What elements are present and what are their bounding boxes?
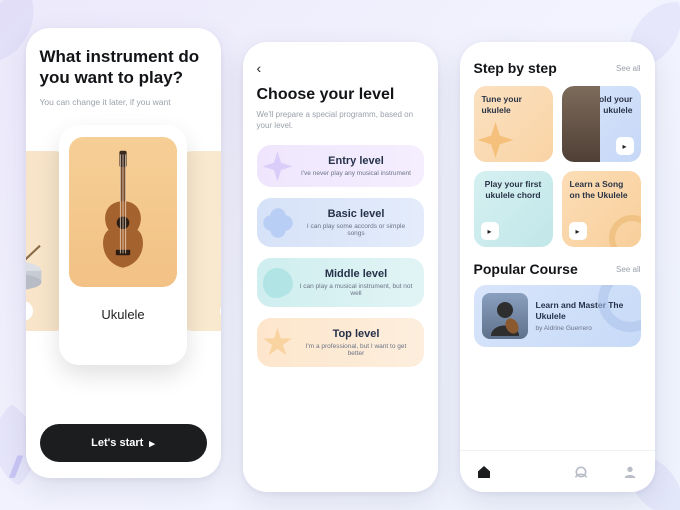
- lesson-thumbnail: [562, 86, 600, 162]
- lets-start-button[interactable]: Let's start ▸: [40, 424, 207, 462]
- person-with-ukulele-icon: [485, 296, 525, 336]
- sparkle-icon: [478, 122, 514, 158]
- screen-choose-instrument: What instrument do you want to play? You…: [26, 28, 221, 478]
- level-desc: I'm a professional, but I want to get be…: [299, 343, 414, 357]
- star-icon: [263, 328, 293, 358]
- course-card[interactable]: Learn and Master The Ukulele by Aldrine …: [474, 285, 641, 347]
- level-desc: I've never play any musical instrument: [299, 170, 414, 177]
- nav-home-icon[interactable]: [475, 463, 493, 481]
- lesson-tile-first-chord[interactable]: Play your first ukulele chord ▸: [474, 171, 553, 247]
- level-option-basic[interactable]: Basic level I can play some accords or s…: [257, 198, 424, 247]
- lesson-tile-tune[interactable]: Tune your ukulele: [474, 86, 553, 162]
- level-caption: Middle level: [299, 268, 414, 280]
- rings-icon: [603, 285, 641, 327]
- play-icon: ▸: [616, 137, 634, 155]
- level-caption: Basic level: [299, 208, 414, 220]
- see-all-link[interactable]: See all: [616, 265, 640, 274]
- tile-title: Tune your ukulele: [482, 94, 545, 115]
- level-option-top[interactable]: Top level I'm a professional, but I want…: [257, 318, 424, 367]
- page-subtitle: You can change it later, if you want: [40, 97, 207, 107]
- section-title: Step by step: [474, 60, 557, 76]
- rings-icon: [609, 215, 641, 247]
- flower-icon: [267, 212, 288, 233]
- page-subtitle: We'll prepare a special programm, based …: [257, 109, 424, 131]
- bottom-nav: [460, 450, 655, 492]
- level-option-middle[interactable]: Middle level I can play a musical instru…: [257, 258, 424, 307]
- tile-title: Play your first ukulele chord: [482, 179, 545, 200]
- instrument-card-ukulele[interactable]: Ukulele: [59, 125, 187, 365]
- level-option-entry[interactable]: Entry level I've never play any musical …: [257, 145, 424, 187]
- blob-icon: [263, 268, 293, 298]
- screen-choose-level: ‹ Choose your level We'll prepare a spec…: [243, 42, 438, 492]
- play-icon: ▸: [569, 222, 587, 240]
- lesson-tile-learn-song[interactable]: Learn a Song on the Ukulele ▸: [562, 171, 641, 247]
- instrument-carousel[interactable]: Drums Ukulele: [40, 125, 207, 385]
- play-icon: ▸: [149, 437, 155, 450]
- sparkle-icon: [263, 151, 293, 181]
- level-caption: Top level: [299, 328, 414, 340]
- nav-profile-icon[interactable]: [621, 463, 639, 481]
- course-thumbnail: [482, 293, 528, 339]
- see-all-link[interactable]: See all: [616, 64, 640, 73]
- tile-title: Learn a Song on the Ukulele: [570, 179, 633, 200]
- level-caption: Entry level: [299, 155, 414, 167]
- nav-browse-icon[interactable]: [524, 463, 542, 481]
- nav-practice-icon[interactable]: [572, 463, 590, 481]
- play-icon: ▸: [481, 222, 499, 240]
- level-desc: I can play some accords or simple songs: [299, 223, 414, 237]
- section-title: Popular Course: [474, 261, 578, 277]
- back-button[interactable]: ‹: [257, 60, 424, 76]
- drums-icon: [26, 231, 47, 301]
- instrument-label: Drums: [26, 301, 33, 321]
- screen-lessons-home: Step by step See all Tune your ukulele H…: [460, 42, 655, 492]
- page-title: Choose your level: [257, 86, 424, 104]
- instrument-label: Ukulele: [101, 307, 144, 322]
- cta-label: Let's start: [91, 437, 143, 449]
- level-desc: I can play a musical instrument, but not…: [299, 283, 414, 297]
- page-title: What instrument do you want to play?: [40, 46, 207, 89]
- ukulele-icon: [96, 146, 150, 278]
- lesson-tile-hold[interactable]: Hold your ukulele ▸: [562, 86, 641, 162]
